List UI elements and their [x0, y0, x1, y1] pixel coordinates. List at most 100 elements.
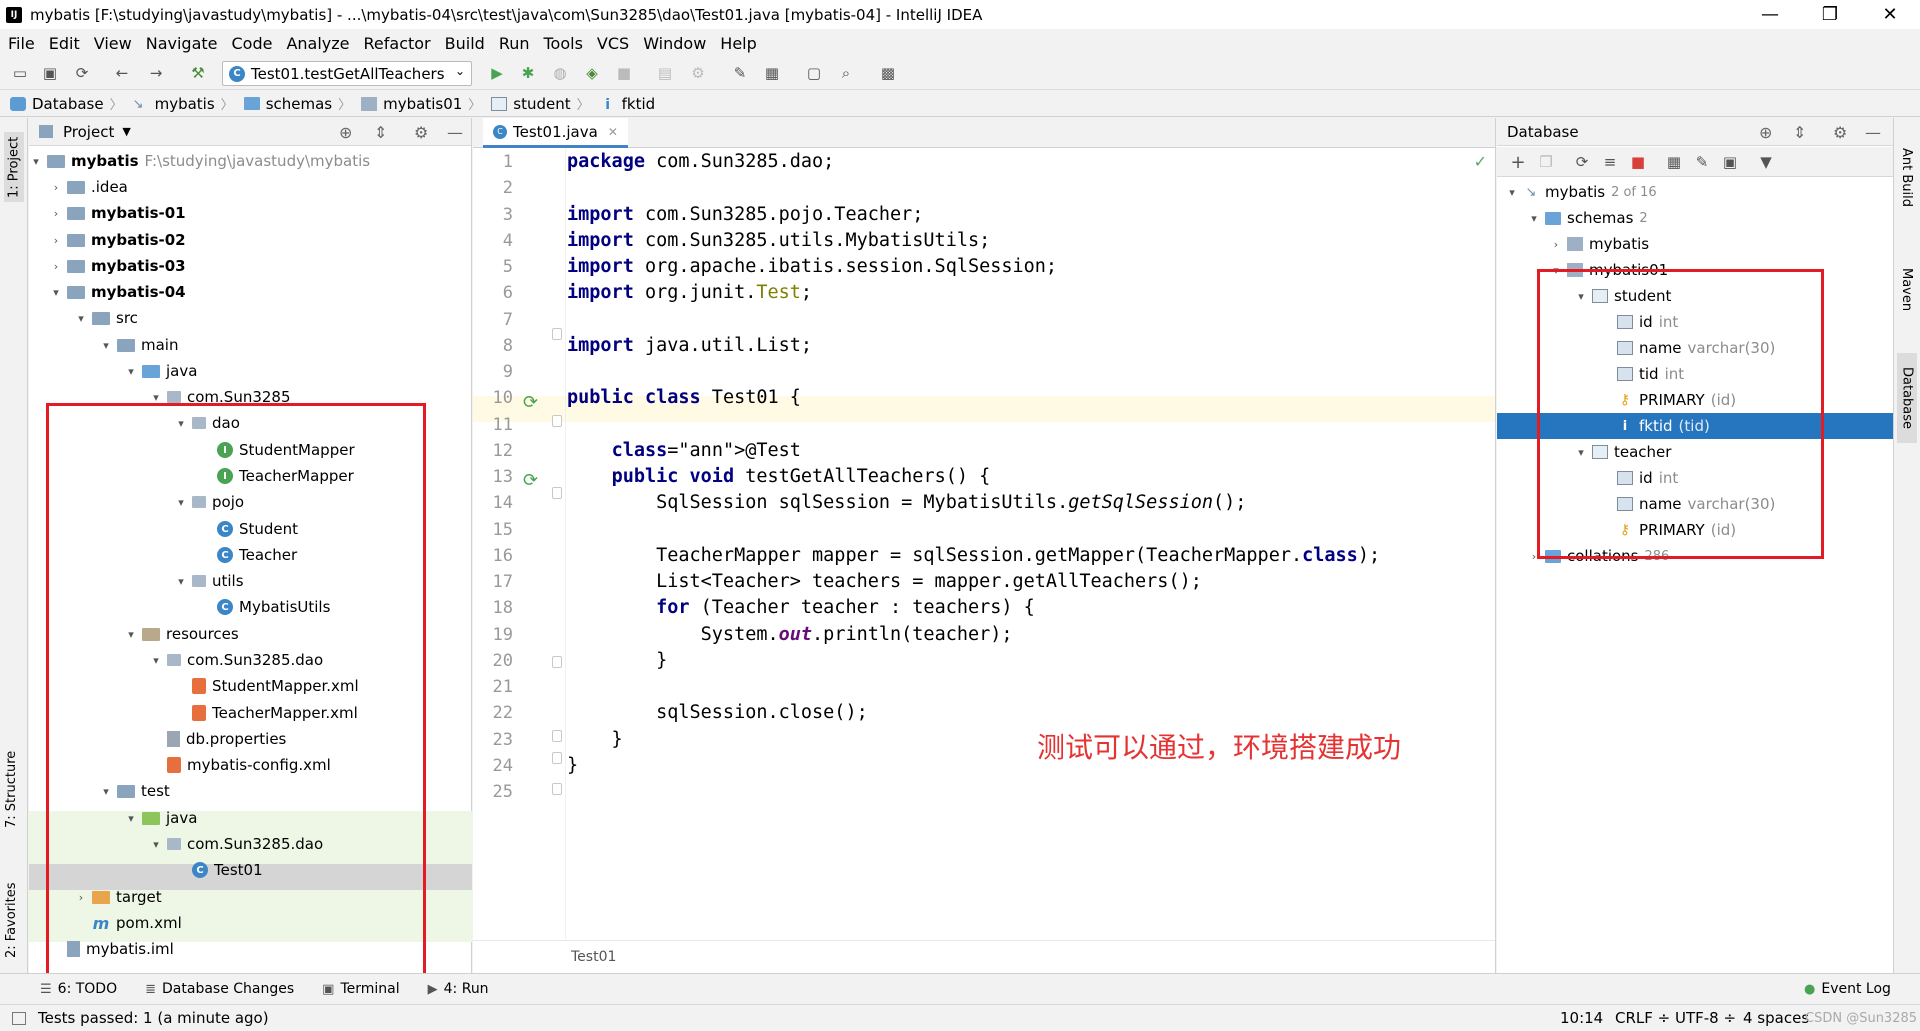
- fold-marker-icon[interactable]: [552, 415, 562, 427]
- tree-row[interactable]: ▾ src: [29, 305, 471, 331]
- code-line[interactable]: class="ann">@Test: [567, 438, 801, 464]
- panel-toggle-icon[interactable]: [12, 1011, 26, 1025]
- sync-icon[interactable]: ⟳: [72, 63, 92, 83]
- favorites-tool-tab[interactable]: 2: Favorites: [4, 878, 19, 958]
- menu-vcs[interactable]: VCS: [590, 34, 636, 53]
- file-encoding[interactable]: UTF-8 ÷: [1675, 1009, 1736, 1027]
- add-icon[interactable]: +: [1509, 152, 1527, 173]
- code-line[interactable]: package com.Sun3285.dao;: [567, 149, 834, 175]
- stop-icon[interactable]: ■: [1629, 153, 1647, 171]
- menu-analyze[interactable]: Analyze: [279, 34, 356, 53]
- run-configuration-select[interactable]: C Test01.testGetAllTeachers ⌄: [222, 61, 472, 86]
- editor-footer-breadcrumb[interactable]: Test01: [473, 940, 1495, 973]
- tree-row[interactable]: ▾ main: [29, 332, 471, 358]
- gear-icon[interactable]: ⚙: [414, 123, 428, 142]
- close-button[interactable]: ✕: [1861, 0, 1919, 29]
- open-folder-icon[interactable]: ▭: [10, 63, 30, 83]
- caret-position[interactable]: 10:14: [1560, 1009, 1603, 1027]
- properties-icon[interactable]: ≡: [1601, 153, 1619, 171]
- menu-view[interactable]: View: [87, 34, 139, 53]
- stop-icon[interactable]: ■: [614, 63, 634, 83]
- menu-window[interactable]: Window: [636, 34, 713, 53]
- tasks-icon[interactable]: ▩: [878, 63, 898, 83]
- breadcrumb-mybatis[interactable]: ↘ mybatis 〉: [123, 94, 234, 114]
- close-icon[interactable]: ✕: [608, 125, 618, 139]
- build-hammer-icon[interactable]: ⚒: [188, 63, 208, 83]
- menu-edit[interactable]: Edit: [42, 34, 87, 53]
- locate-icon[interactable]: ⊕: [339, 123, 352, 142]
- code-line[interactable]: for (Teacher teacher : teachers) {: [567, 595, 1035, 621]
- code-line[interactable]: SqlSession sqlSession = MybatisUtils.get…: [567, 490, 1246, 516]
- profile-icon[interactable]: ◈: [582, 63, 602, 83]
- run-test-gutter-icon[interactable]: ⟳: [523, 392, 538, 413]
- maximize-button[interactable]: ❐: [1801, 0, 1859, 29]
- save-icon[interactable]: ▣: [40, 63, 60, 83]
- fold-marker-icon[interactable]: [552, 752, 562, 764]
- code-line[interactable]: import java.util.List;: [567, 333, 812, 359]
- terminal-tool-tab[interactable]: ▣ Terminal: [322, 981, 399, 997]
- settings-wrench-icon[interactable]: ✎: [730, 63, 750, 83]
- menu-navigate[interactable]: Navigate: [139, 34, 225, 53]
- menu-build[interactable]: Build: [438, 34, 492, 53]
- code-line[interactable]: TeacherMapper mapper = sqlSession.getMap…: [567, 543, 1380, 569]
- run-test-gutter-icon[interactable]: ⟳: [523, 470, 538, 491]
- console-icon[interactable]: ▣: [1721, 153, 1739, 171]
- collapse-all-icon[interactable]: ⇕: [1793, 123, 1806, 142]
- fold-marker-icon[interactable]: [552, 328, 562, 340]
- code-line[interactable]: import org.junit.Test;: [567, 280, 812, 306]
- db-tree-row[interactable]: ▾ schemas 2: [1497, 205, 1893, 231]
- filter-icon[interactable]: ▼: [1757, 153, 1775, 171]
- indent-setting[interactable]: 4 spaces: [1743, 1009, 1809, 1027]
- project-tool-tab[interactable]: 1: Project: [4, 132, 24, 202]
- fold-marker-icon[interactable]: [552, 783, 562, 795]
- debug-icon[interactable]: ✱: [518, 63, 538, 83]
- menu-tools[interactable]: Tools: [537, 34, 590, 53]
- tree-row[interactable]: ▾ mybatis-04: [29, 279, 471, 305]
- locate-icon[interactable]: ⊕: [1759, 123, 1772, 142]
- back-icon[interactable]: ←: [112, 63, 132, 83]
- breadcrumb-database[interactable]: Database 〉: [0, 94, 123, 113]
- code-line[interactable]: List<Teacher> teachers = mapper.getAllTe…: [567, 569, 1202, 595]
- menu-code[interactable]: Code: [225, 34, 280, 53]
- run-icon[interactable]: ▶: [487, 63, 507, 83]
- run-tool-tab[interactable]: ▶ 4: Run: [428, 981, 489, 997]
- coverage-icon[interactable]: ◍: [550, 63, 570, 83]
- maven-tool-tab[interactable]: Maven: [1899, 268, 1914, 338]
- structure-tool-tab[interactable]: 7: Structure: [4, 738, 19, 828]
- code-line[interactable]: sqlSession.close();: [567, 700, 868, 726]
- tree-row[interactable]: ▾ java: [29, 358, 471, 384]
- database-changes-tool-tab[interactable]: ≣ Database Changes: [145, 981, 294, 997]
- refresh-icon[interactable]: ⟳: [1573, 153, 1591, 171]
- fold-marker-icon[interactable]: [552, 487, 562, 499]
- vcs-icon[interactable]: ⚙: [688, 63, 708, 83]
- fold-marker-icon[interactable]: [552, 730, 562, 742]
- code-line[interactable]: public class Test01 {: [567, 385, 801, 411]
- minimize-button[interactable]: —: [1741, 0, 1799, 29]
- tab-test01-java[interactable]: C Test01.java ✕: [483, 118, 628, 148]
- menu-refactor[interactable]: Refactor: [357, 34, 438, 53]
- project-structure-icon[interactable]: ▦: [762, 63, 782, 83]
- code-line[interactable]: }: [567, 648, 667, 674]
- code-line[interactable]: public void testGetAllTeachers() {: [567, 464, 991, 490]
- todo-tool-tab[interactable]: ☰ 6: TODO: [40, 981, 117, 997]
- menu-run[interactable]: Run: [492, 34, 537, 53]
- tree-row[interactable]: › mybatis-02: [29, 227, 471, 253]
- copy-icon[interactable]: ❐: [1537, 153, 1555, 171]
- search-icon[interactable]: ⌕: [836, 63, 856, 83]
- breadcrumb-schemas[interactable]: schemas 〉: [234, 94, 351, 113]
- tree-row[interactable]: › mybatis-01: [29, 200, 471, 226]
- chevron-down-icon[interactable]: ▼: [122, 125, 130, 138]
- hide-icon[interactable]: —: [447, 123, 463, 142]
- tree-row[interactable]: › .idea: [29, 174, 471, 200]
- menu-help[interactable]: Help: [713, 34, 763, 53]
- presentation-icon[interactable]: ▢: [804, 63, 824, 83]
- code-line[interactable]: System.out.println(teacher);: [567, 622, 1013, 648]
- code-line[interactable]: import org.apache.ibatis.session.SqlSess…: [567, 254, 1057, 280]
- ant-build-tool-tab[interactable]: Ant Build: [1899, 148, 1914, 228]
- project-panel-title[interactable]: Project: [63, 123, 114, 141]
- breadcrumb-mybatis01[interactable]: mybatis01 〉: [351, 94, 481, 113]
- code-line[interactable]: }: [567, 753, 578, 779]
- tree-row[interactable]: › mybatis-03: [29, 253, 471, 279]
- tree-row[interactable]: ▾ mybatis F:\studying\javastudy\mybatis: [29, 148, 471, 174]
- menu-file[interactable]: File: [0, 34, 42, 53]
